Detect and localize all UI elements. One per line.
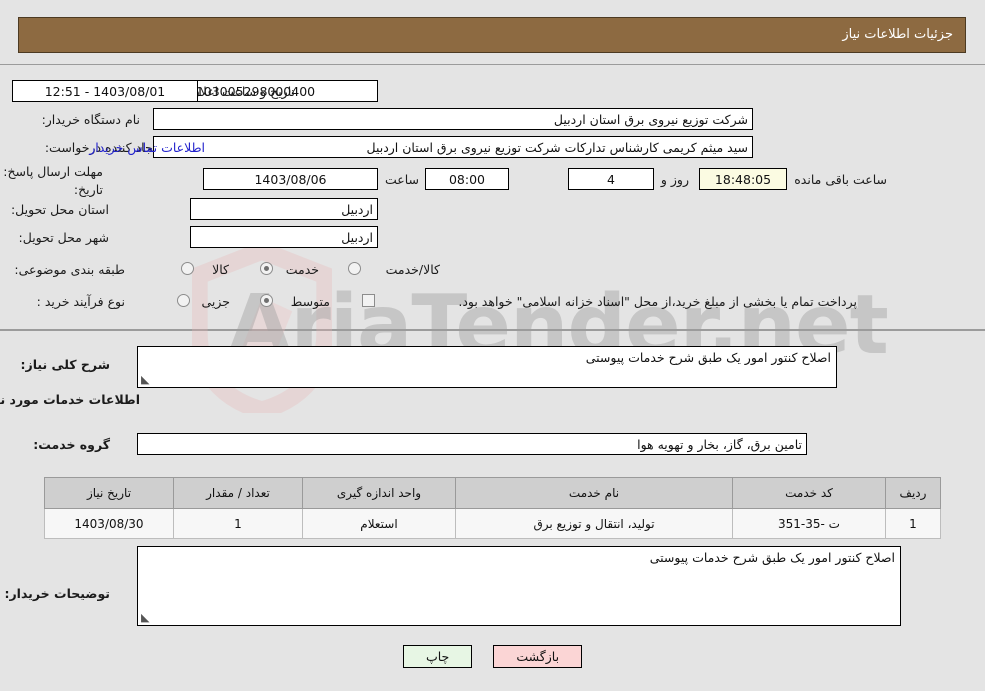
- radio-category-kala-label[interactable]: کالا: [212, 262, 229, 277]
- col-index: ردیف: [885, 477, 941, 509]
- province-value: اردبیل: [190, 198, 378, 220]
- back-button[interactable]: بازگشت: [493, 645, 583, 668]
- buyer-contact-link[interactable]: اطلاعات تماس خریدار: [89, 140, 205, 155]
- service-group-value: تامین برق، گاز، بخار و تهویه هوا: [137, 433, 807, 455]
- announce-value: 1403/08/01 - 12:51: [12, 80, 198, 102]
- province-label: استان محل تحویل:: [10, 202, 109, 217]
- section-title: اطلاعات خدمات مورد نیاز: [0, 392, 140, 407]
- buyer-notes-text: اصلاح کنتور امور یک طبق شرح خدمات پیوستی: [649, 550, 895, 565]
- treasury-bond-checkbox[interactable]: [362, 294, 375, 307]
- creator-value: سید میثم کریمی کارشناس تدارکات شرکت توزی…: [153, 136, 753, 158]
- radio-category-khedmat[interactable]: [260, 262, 273, 275]
- city-value: اردبیل: [190, 226, 378, 248]
- resize-grip-icon-notes[interactable]: ◢: [141, 611, 149, 624]
- deadline-label-line2: تاریخ:: [73, 182, 103, 197]
- cell-quantity: 1: [173, 508, 303, 539]
- category-label: طبقه بندی موضوعی:: [14, 262, 125, 277]
- buyer-org-label: نام دستگاه خریدار:: [41, 112, 140, 127]
- remaining-days-value: 4: [568, 168, 654, 190]
- print-button[interactable]: چاپ: [402, 645, 473, 668]
- city-label: شهر محل تحویل:: [18, 230, 109, 245]
- summary-textarea[interactable]: اصلاح کنتور امور یک طبق شرح خدمات پیوستی…: [137, 346, 837, 388]
- radio-process-jozee-label[interactable]: جزیی: [201, 294, 230, 309]
- cell-name: تولید، انتقال و توزیع برق: [455, 508, 733, 539]
- radio-process-motevaset[interactable]: [260, 294, 273, 307]
- service-items-table: ردیف کد خدمت نام خدمت واحد اندازه گیری ت…: [44, 477, 941, 539]
- remaining-time-value: 18:48:05: [699, 168, 787, 190]
- radio-process-motevaset-label[interactable]: متوسط: [291, 294, 330, 309]
- deadline-hour-label: ساعت: [384, 172, 419, 187]
- page-title: جزئیات اطلاعات نیاز: [842, 27, 953, 42]
- radio-category-kala[interactable]: [181, 262, 194, 275]
- summary-text: اصلاح کنتور امور یک طبق شرح خدمات پیوستی: [585, 350, 831, 365]
- need-info-panel: [0, 64, 985, 330]
- table-header-row: ردیف کد خدمت نام خدمت واحد اندازه گیری ت…: [44, 477, 941, 509]
- col-unit: واحد اندازه گیری: [302, 477, 456, 509]
- process-label: نوع فرآیند خرید :: [36, 294, 125, 309]
- remaining-days-label: روز و: [660, 172, 689, 187]
- table-row[interactable]: 1 ت -35-351 تولید، انتقال و توزیع برق اس…: [44, 508, 941, 539]
- col-code: کد خدمت: [732, 477, 886, 509]
- col-quantity: تعداد / مقدار: [173, 477, 303, 509]
- col-name: نام خدمت: [455, 477, 733, 509]
- col-date: تاریخ نیاز: [44, 477, 174, 509]
- resize-grip-icon[interactable]: ◢: [141, 373, 149, 386]
- buyer-notes-label: توضیحات خریدار:: [4, 586, 110, 601]
- cell-date: 1403/08/30: [44, 508, 174, 539]
- cell-index: 1: [885, 508, 941, 539]
- buyer-org-value: شرکت توزیع نیروی برق استان اردبیل: [153, 108, 753, 130]
- deadline-label-line1: مهلت ارسال پاسخ: تا: [0, 164, 103, 179]
- buyer-notes-textarea[interactable]: اصلاح کنتور امور یک طبق شرح خدمات پیوستی…: [137, 546, 901, 626]
- treasury-bond-label: پرداخت تمام یا بخشی از مبلغ خرید،از محل …: [458, 294, 857, 309]
- radio-process-jozee[interactable]: [177, 294, 190, 307]
- window-titlebar: جزئیات اطلاعات نیاز: [18, 17, 966, 53]
- cell-unit: استعلام: [302, 508, 456, 539]
- deadline-time-value: 08:00: [425, 168, 509, 190]
- action-buttons: بازگشت چاپ: [0, 645, 985, 668]
- page-root: AriaTender.net جزئیات اطلاعات نیاز شماره…: [0, 0, 985, 691]
- deadline-date-value: 1403/08/06: [203, 168, 378, 190]
- summary-label: شرح کلی نیاز:: [20, 357, 110, 372]
- radio-category-khedmat-label[interactable]: خدمت: [286, 262, 319, 277]
- service-group-label: گروه خدمت:: [33, 437, 110, 452]
- radio-category-kala-khedmat[interactable]: [348, 262, 361, 275]
- radio-category-kala-khedmat-label[interactable]: کالا/خدمت: [386, 262, 440, 277]
- remaining-time-label: ساعت باقی مانده: [794, 172, 887, 187]
- cell-code: ت -35-351: [732, 508, 886, 539]
